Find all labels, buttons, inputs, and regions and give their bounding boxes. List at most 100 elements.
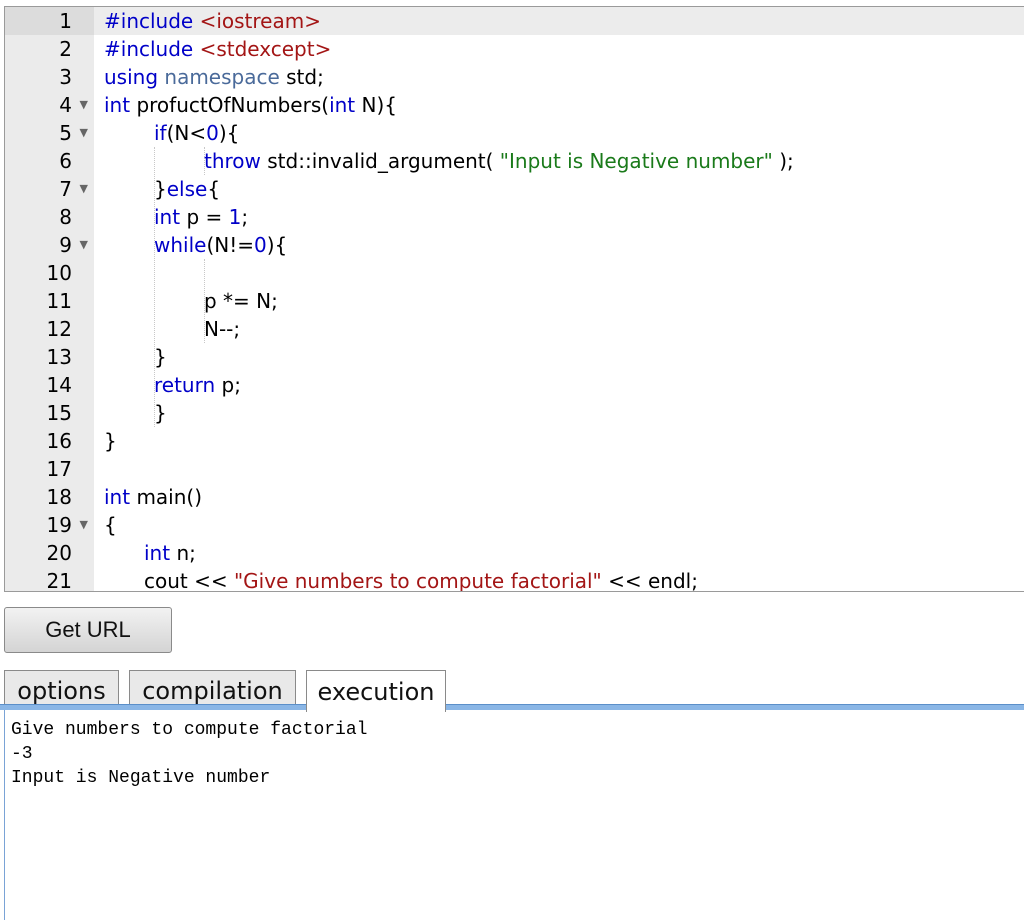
code-token: int xyxy=(329,93,362,117)
code-line[interactable]: throw std::invalid_argument( "Input is N… xyxy=(94,147,1024,175)
code-line[interactable]: if(N<0){ xyxy=(94,119,1024,147)
code-line[interactable]: int profuctOfNumbers(int N){ xyxy=(94,91,1024,119)
code-token: } xyxy=(154,177,167,201)
fold-arrow-icon[interactable]: ▼ xyxy=(80,91,88,119)
code-line[interactable]: } xyxy=(94,427,1024,455)
code-token: } xyxy=(104,429,117,453)
code-token: ); xyxy=(772,149,794,173)
line-number-gutter: 1 2 3 4 ▼ 5 ▼ 6 7 ▼ 8 9 ▼ 10 11 12 13 14 15 16 17 18 19 ▼ 20 21 xyxy=(5,7,94,591)
code-line-text: int p = 1; xyxy=(154,203,248,231)
code-line[interactable]: cout << "Give numbers to compute factori… xyxy=(94,567,1024,592)
line-number-text: 5 xyxy=(59,121,72,145)
code-editor[interactable]: 1 2 3 4 ▼ 5 ▼ 6 7 ▼ 8 9 ▼ 10 11 12 13 14 15 16 17 18 19 ▼ 20 21 #… xyxy=(4,6,1024,592)
line-number-text: 3 xyxy=(59,65,72,89)
code-line-text: }else{ xyxy=(154,175,220,203)
code-line-text: } xyxy=(154,399,167,427)
code-token: else xyxy=(166,177,208,201)
code-token: int xyxy=(154,205,187,229)
line-number: 15 xyxy=(5,399,94,427)
get-url-button[interactable]: Get URL xyxy=(4,607,172,653)
code-line[interactable]: int p = 1; xyxy=(94,203,1024,231)
code-line[interactable]: int main() xyxy=(94,483,1024,511)
code-line[interactable]: p *= N; xyxy=(94,287,1024,315)
code-line-text: while(N!=0){ xyxy=(154,231,287,259)
code-line[interactable]: while(N!=0){ xyxy=(94,231,1024,259)
line-number-text: 19 xyxy=(46,513,72,537)
code-token: "Give numbers to compute factorial" xyxy=(233,569,602,592)
line-number-text: 6 xyxy=(59,149,72,173)
line-number: 5 ▼ xyxy=(5,119,94,147)
fold-arrow-icon[interactable]: ▼ xyxy=(80,175,88,203)
line-number: 8 xyxy=(5,203,94,231)
code-line[interactable] xyxy=(94,259,1024,287)
code-token: <iostream> xyxy=(199,9,321,33)
code-token: int xyxy=(144,541,177,565)
line-number: 20 xyxy=(5,539,94,567)
code-line-text: #include <stdexcept> xyxy=(104,35,331,63)
code-token: cout << xyxy=(144,569,234,592)
line-number-text: 12 xyxy=(46,317,72,341)
line-number: 4 ▼ xyxy=(5,91,94,119)
code-line[interactable]: #include <iostream> xyxy=(94,7,1024,35)
code-line-text: int profuctOfNumbers(int N){ xyxy=(104,91,397,119)
code-line[interactable]: #include <stdexcept> xyxy=(94,35,1024,63)
line-number-text: 1 xyxy=(59,9,72,33)
code-token: N){ xyxy=(361,93,398,117)
line-number: 17 xyxy=(5,455,94,483)
line-number-text: 20 xyxy=(46,541,72,565)
line-number-text: 18 xyxy=(46,485,72,509)
code-line[interactable]: return p; xyxy=(94,371,1024,399)
line-number-text: 11 xyxy=(46,289,72,313)
indent-guide xyxy=(204,147,205,175)
code-line-text: throw std::invalid_argument( "Input is N… xyxy=(204,147,794,175)
code-token: main() xyxy=(136,485,203,509)
line-number-text: 14 xyxy=(46,373,72,397)
code-line[interactable]: } xyxy=(94,399,1024,427)
code-token: throw xyxy=(204,149,268,173)
code-token: N--; xyxy=(204,317,241,341)
fold-arrow-icon[interactable]: ▼ xyxy=(80,119,88,147)
code-line-text: } xyxy=(104,427,117,455)
output-line: -3 xyxy=(11,744,33,764)
code-token: while xyxy=(154,233,207,257)
code-line[interactable]: using namespace std; xyxy=(94,63,1024,91)
code-line[interactable]: N--; xyxy=(94,315,1024,343)
code-line-text: { xyxy=(104,511,117,539)
line-number-text: 10 xyxy=(46,261,72,285)
code-token: (N< xyxy=(166,121,207,145)
code-token: ){ xyxy=(266,233,288,257)
line-number-text: 8 xyxy=(59,205,72,229)
code-token: } xyxy=(154,401,167,425)
output-line: Give numbers to compute factorial xyxy=(11,720,368,740)
code-line[interactable]: } xyxy=(94,343,1024,371)
line-number-text: 15 xyxy=(46,401,72,425)
code-line[interactable]: }else{ xyxy=(94,175,1024,203)
fold-arrow-icon[interactable]: ▼ xyxy=(80,231,88,259)
code-token: p; xyxy=(221,373,241,397)
fold-arrow-icon[interactable]: ▼ xyxy=(80,511,88,539)
code-token: n; xyxy=(176,541,196,565)
indent-guide xyxy=(154,147,155,427)
line-number: 1 xyxy=(5,7,94,35)
code-token: (N!= xyxy=(206,233,254,257)
output-line: Input is Negative number xyxy=(11,768,271,788)
tab-execution[interactable]: execution xyxy=(306,670,446,712)
line-number: 13 xyxy=(5,343,94,371)
line-number-text: 13 xyxy=(46,345,72,369)
code-token: profuctOfNumbers( xyxy=(136,93,330,117)
code-token: std; xyxy=(286,65,324,89)
code-line[interactable] xyxy=(94,455,1024,483)
code-line-text: using namespace std; xyxy=(104,63,324,91)
code-token: <stdexcept> xyxy=(199,37,332,61)
execution-output-panel[interactable]: Give numbers to compute factorial -3 Input… xyxy=(4,710,1024,920)
code-line[interactable]: int n; xyxy=(94,539,1024,567)
code-line[interactable]: { xyxy=(94,511,1024,539)
code-token: #include xyxy=(104,37,200,61)
code-token: 0 xyxy=(254,233,267,257)
line-number: 2 xyxy=(5,35,94,63)
code-area[interactable]: #include <iostream> #include <stdexcept> u… xyxy=(94,7,1024,591)
line-number: 11 xyxy=(5,287,94,315)
code-token: namespace xyxy=(164,65,287,89)
code-line-text: int n; xyxy=(144,539,196,567)
code-token: 1 xyxy=(228,205,242,229)
